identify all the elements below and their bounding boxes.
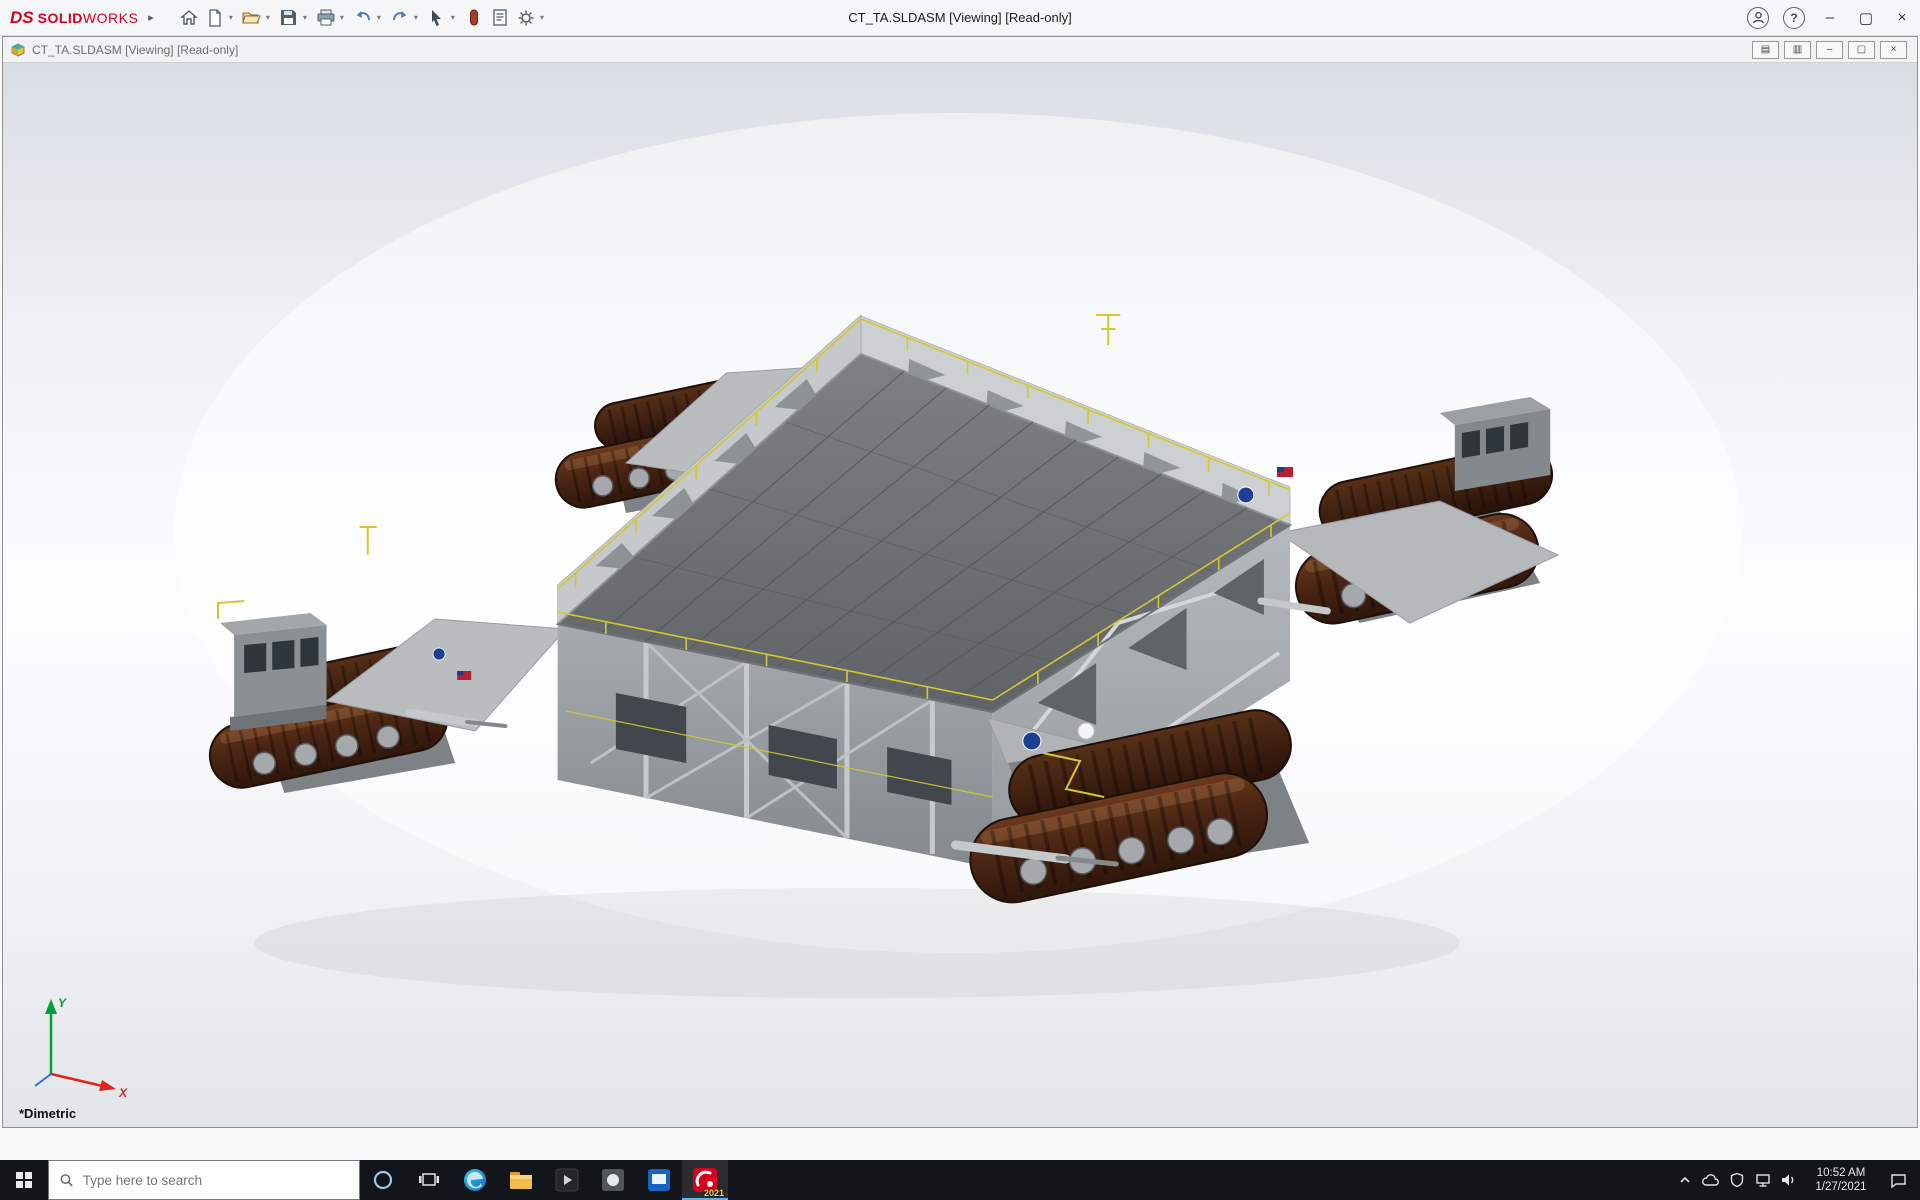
help-button[interactable]: ? bbox=[1783, 7, 1805, 29]
search-input[interactable] bbox=[83, 1173, 349, 1188]
solidworks-taskbar-button[interactable]: 2021 bbox=[682, 1160, 728, 1200]
orientation-triad[interactable]: X Y bbox=[21, 979, 131, 1099]
video-app-button[interactable] bbox=[544, 1160, 590, 1200]
blue-window-app-button[interactable] bbox=[636, 1160, 682, 1200]
security-tray-button[interactable] bbox=[1724, 1160, 1750, 1200]
document-window: CT_TA.SLDASM [Viewing] [Read-only] ▤ ▥ –… bbox=[2, 36, 1918, 1128]
options-caret-icon[interactable]: ▾ bbox=[540, 13, 544, 22]
restore-button[interactable]: ▢ bbox=[1848, 0, 1884, 36]
select-cursor-button[interactable] bbox=[424, 4, 450, 32]
photos-app-button[interactable] bbox=[590, 1160, 636, 1200]
action-center-icon bbox=[1889, 1171, 1908, 1190]
3d-viewport[interactable]: X Y *Dimetric bbox=[3, 63, 1917, 1127]
appearance-button[interactable] bbox=[461, 4, 487, 32]
triad-x-label: X bbox=[118, 1086, 128, 1099]
windows-taskbar: 2021 10:52 AM 1/27/2021 bbox=[0, 1160, 1920, 1200]
document-titlebar: CT_TA.SLDASM [Viewing] [Read-only] ▤ ▥ –… bbox=[3, 37, 1917, 63]
open-caret-icon[interactable]: ▾ bbox=[266, 13, 270, 22]
redo-button[interactable] bbox=[387, 4, 413, 32]
view-orientation-label: *Dimetric bbox=[19, 1106, 76, 1121]
volume-tray-button[interactable] bbox=[1776, 1160, 1802, 1200]
start-button[interactable] bbox=[0, 1160, 48, 1200]
toolbar-expand-icon[interactable]: ▸ bbox=[148, 11, 154, 24]
undo-caret-icon[interactable]: ▾ bbox=[377, 13, 381, 22]
photos-app-icon bbox=[601, 1168, 625, 1192]
save-button[interactable] bbox=[276, 4, 302, 32]
video-app-icon bbox=[555, 1168, 579, 1192]
task-view-icon bbox=[418, 1170, 440, 1190]
app-titlebar: DS SOLIDWORKS ▸ ▾ ▾ ▾ ▾ ▾ ▾ ▾ bbox=[0, 0, 1920, 36]
cortana-icon bbox=[372, 1169, 394, 1191]
doc-restore-button[interactable]: ▢ bbox=[1848, 41, 1875, 59]
doc-pane-button-2[interactable]: ▥ bbox=[1784, 41, 1811, 59]
options-gear-button[interactable] bbox=[513, 4, 539, 32]
volume-icon bbox=[1780, 1172, 1798, 1188]
home-button[interactable] bbox=[176, 4, 202, 32]
new-document-caret-icon[interactable]: ▾ bbox=[229, 13, 233, 22]
main-toolbar: ▾ ▾ ▾ ▾ ▾ ▾ ▾ ▾ bbox=[176, 4, 550, 32]
ds-logo-icon: DS bbox=[10, 8, 34, 28]
windows-logo-icon bbox=[16, 1172, 32, 1188]
triad-y-label: Y bbox=[58, 996, 67, 1010]
network-tray-button[interactable] bbox=[1750, 1160, 1776, 1200]
open-button[interactable] bbox=[239, 4, 265, 32]
hidden-icons-button[interactable] bbox=[1672, 1160, 1698, 1200]
solidworks-version-badge: 2021 bbox=[704, 1188, 724, 1198]
task-view-button[interactable] bbox=[406, 1160, 452, 1200]
doc-minimize-button[interactable]: – bbox=[1816, 41, 1843, 59]
close-button[interactable]: × bbox=[1884, 0, 1920, 36]
window-title: CT_TA.SLDASM [Viewing] [Read-only] bbox=[848, 10, 1072, 25]
cloud-icon bbox=[1701, 1172, 1721, 1188]
document-title: CT_TA.SLDASM [Viewing] [Read-only] bbox=[32, 43, 238, 57]
blue-window-app-icon bbox=[647, 1168, 671, 1192]
doc-pane-button-1[interactable]: ▤ bbox=[1752, 41, 1779, 59]
redo-caret-icon[interactable]: ▾ bbox=[414, 13, 418, 22]
onedrive-tray-button[interactable] bbox=[1698, 1160, 1724, 1200]
new-document-button[interactable] bbox=[202, 4, 228, 32]
taskbar-clock[interactable]: 10:52 AM 1/27/2021 bbox=[1802, 1166, 1880, 1194]
right-cab bbox=[1440, 397, 1551, 491]
document-properties-button[interactable] bbox=[487, 4, 513, 32]
doc-close-button[interactable]: × bbox=[1880, 41, 1907, 59]
cortana-button[interactable] bbox=[360, 1160, 406, 1200]
file-explorer-icon bbox=[508, 1169, 534, 1191]
shield-icon bbox=[1729, 1172, 1745, 1188]
print-caret-icon[interactable]: ▾ bbox=[340, 13, 344, 22]
clock-date: 1/27/2021 bbox=[1806, 1180, 1876, 1194]
document-window-controls: ▤ ▥ – ▢ × bbox=[1752, 41, 1907, 59]
chevron-up-icon bbox=[1678, 1173, 1692, 1187]
undo-button[interactable] bbox=[350, 4, 376, 32]
edge-icon bbox=[462, 1167, 488, 1193]
solidworks-logo: DS SOLIDWORKS bbox=[10, 8, 138, 28]
select-caret-icon[interactable]: ▾ bbox=[451, 13, 455, 22]
crawler-transporter-model bbox=[3, 63, 1917, 1127]
save-caret-icon[interactable]: ▾ bbox=[303, 13, 307, 22]
assembly-icon bbox=[11, 43, 25, 57]
network-icon bbox=[1754, 1172, 1772, 1188]
file-explorer-button[interactable] bbox=[498, 1160, 544, 1200]
clock-time: 10:52 AM bbox=[1806, 1166, 1876, 1180]
search-icon bbox=[59, 1172, 74, 1188]
print-button[interactable] bbox=[313, 4, 339, 32]
edge-button[interactable] bbox=[452, 1160, 498, 1200]
account-button[interactable] bbox=[1747, 7, 1769, 29]
action-center-button[interactable] bbox=[1880, 1160, 1916, 1200]
system-tray: 10:52 AM 1/27/2021 bbox=[1672, 1160, 1920, 1200]
minimize-button[interactable]: – bbox=[1812, 0, 1848, 36]
taskbar-search[interactable] bbox=[48, 1160, 360, 1200]
titlebar-right-controls: ? – ▢ × bbox=[1740, 0, 1920, 36]
